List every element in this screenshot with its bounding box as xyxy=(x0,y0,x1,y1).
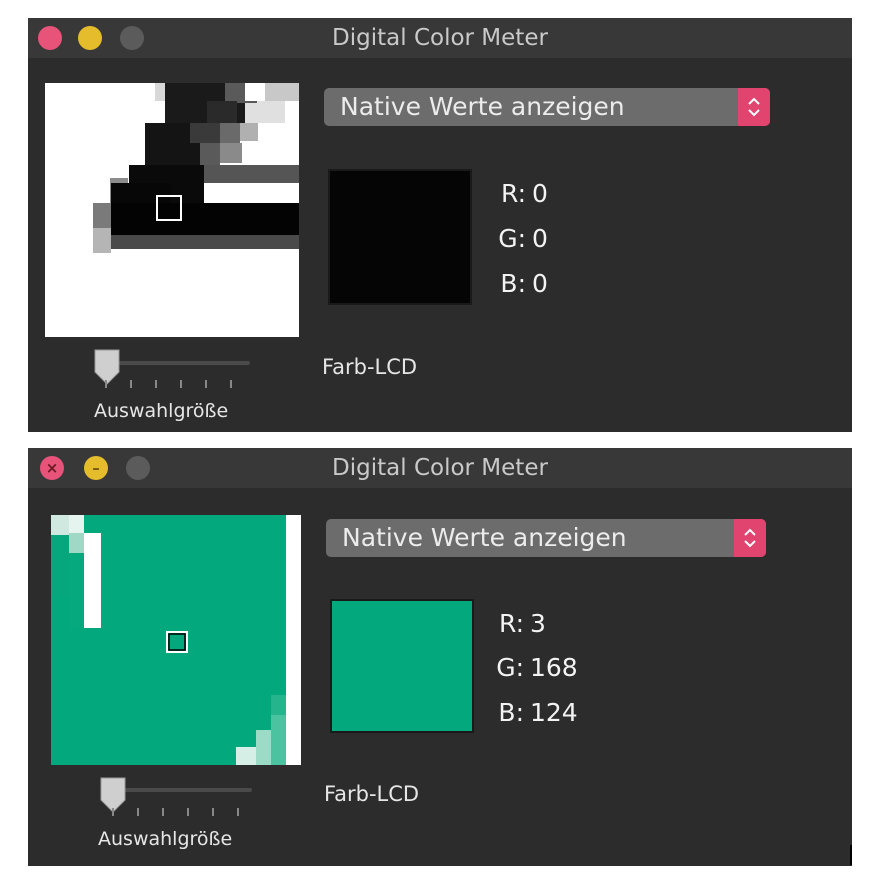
chevron-updown-icon[interactable] xyxy=(738,88,770,126)
divider-line xyxy=(850,845,852,865)
magnifier-preview xyxy=(45,83,299,337)
display-mode-value: Native Werte anzeigen xyxy=(342,523,627,552)
display-mode-select[interactable]: Native Werte anzeigen xyxy=(326,519,766,557)
color-meter-window-1: Digital Color Meter Native Werte anzeige… xyxy=(28,18,852,432)
titlebar[interactable]: × – Digital Color Meter xyxy=(28,448,852,488)
window-title: Digital Color Meter xyxy=(332,25,548,51)
slider-ticks xyxy=(112,808,262,818)
display-profile-label: Farb-LCD xyxy=(322,355,418,379)
magnified-pixels xyxy=(45,83,299,337)
display-mode-value: Native Werte anzeigen xyxy=(340,92,625,121)
window-title: Digital Color Meter xyxy=(332,455,548,481)
color-swatch xyxy=(330,599,474,733)
color-meter-window-2: × – Digital Color Meter Native Werte anz… xyxy=(28,448,852,866)
aperture-size-label: Auswahlgröße xyxy=(94,400,229,422)
magnifier-preview xyxy=(51,515,301,765)
slider-ticks xyxy=(105,380,255,390)
magnified-pixels xyxy=(51,515,301,765)
chevron-updown-icon[interactable] xyxy=(734,519,766,557)
display-mode-select[interactable]: Native Werte anzeigen xyxy=(324,88,770,126)
titlebar[interactable]: Digital Color Meter xyxy=(28,18,852,58)
color-swatch xyxy=(328,169,472,305)
display-profile-label: Farb-LCD xyxy=(324,782,420,806)
aperture-size-label: Auswahlgröße xyxy=(98,828,233,850)
